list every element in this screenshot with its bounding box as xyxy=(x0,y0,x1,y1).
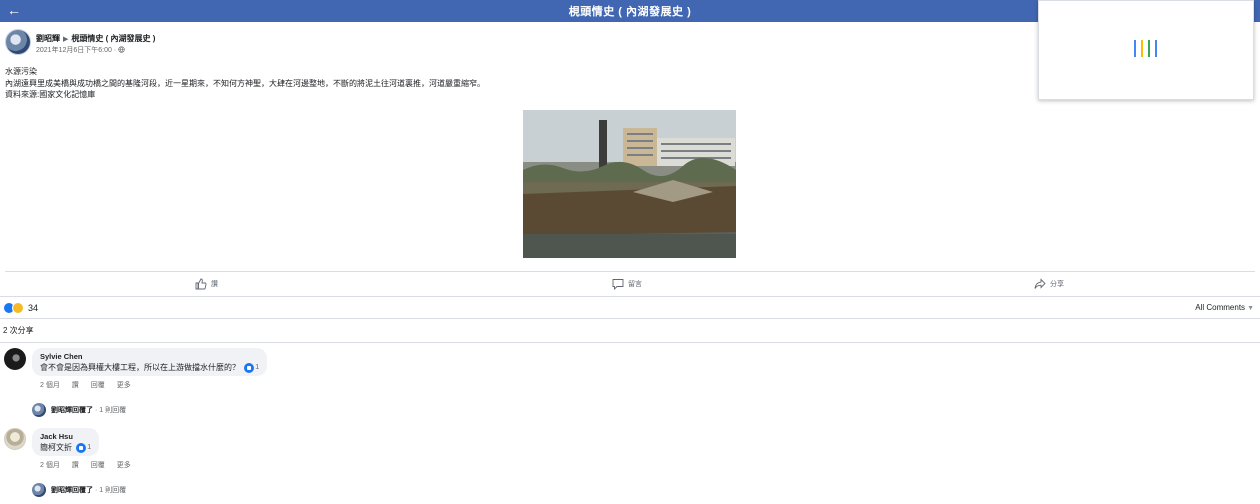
like-reaction-icon xyxy=(76,442,87,453)
reply-author-text: 劉昭輝回覆了 xyxy=(51,487,93,494)
comment-bubble: Sylvie Chen 會不會是因為興權大樓工程，所以在上游做擋水什麼的？ 1 xyxy=(32,348,268,376)
post-photo[interactable] xyxy=(523,110,736,258)
share-label: 分享 xyxy=(1050,281,1064,288)
post-text-line: 內湖遠興里成美橋與成功橋之間的基隆河段，近一星期來，不知何方神聖，大肆在河邊整地… xyxy=(5,78,485,88)
reply-count: · 1 則回覆 xyxy=(95,407,127,414)
arrow-right-icon: ▶ xyxy=(63,36,69,43)
post-body: 水源污染 內湖遠興里成美橋與成功橋之間的基隆河段，近一星期來，不知何方神聖，大肆… xyxy=(5,66,485,101)
divider xyxy=(0,296,1260,297)
comment-filter-dropdown[interactable]: All Comments ▼ xyxy=(1195,303,1254,312)
view-replies-link[interactable]: 劉昭輝回覆了 · 1 則回覆 xyxy=(32,403,126,417)
comment-bubble-icon xyxy=(612,279,624,290)
globe-icon xyxy=(118,46,125,53)
comment-like-count: 1 xyxy=(87,444,92,452)
group-name[interactable]: 梘頭情史 ( 內湖發展史 ) xyxy=(71,34,155,43)
like-reaction-icon xyxy=(244,362,255,373)
comment-time[interactable]: 2 個月 xyxy=(40,462,60,469)
loading-spinner-icon xyxy=(1134,40,1160,58)
wow-reaction-icon xyxy=(12,302,24,314)
author-name[interactable]: 劉昭輝 xyxy=(36,34,60,43)
comment-like-count: 1 xyxy=(255,364,260,372)
reaction-count: 34 xyxy=(28,303,39,313)
reply-author-text: 劉昭輝回覆了 xyxy=(51,407,93,414)
comment-like-button[interactable]: 讚 xyxy=(72,382,79,389)
post-author-line: 劉昭輝 ▶ 梘頭情史 ( 內湖發展史 ) xyxy=(36,33,155,44)
commenter-name[interactable]: Jack Hsu xyxy=(40,431,91,442)
divider xyxy=(5,271,1255,272)
comment-actions: 2 個月 讚 回覆 更多 xyxy=(40,380,141,390)
reply-author-avatar xyxy=(32,403,46,417)
comment-time[interactable]: 2 個月 xyxy=(40,382,60,389)
reply-count: · 1 則回覆 xyxy=(95,487,127,494)
comment-text: 簡柯文折 xyxy=(40,443,72,452)
comment-button[interactable]: 留言 xyxy=(612,277,642,291)
comment-text: 會不會是因為興權大樓工程，所以在上游做擋水什麼的？ xyxy=(40,363,240,372)
like-label: 讚 xyxy=(211,281,218,288)
comment-more-button[interactable]: 更多 xyxy=(117,462,131,469)
divider xyxy=(0,342,1260,343)
view-replies-link[interactable]: 劉昭輝回覆了 · 1 則回覆 xyxy=(32,483,126,497)
reply-author-avatar xyxy=(32,483,46,497)
share-count[interactable]: 2 次分享 xyxy=(3,325,34,336)
comment-reply-button[interactable]: 回覆 xyxy=(91,382,105,389)
author-avatar[interactable] xyxy=(5,29,31,55)
comment-filter-label: All Comments xyxy=(1195,303,1246,312)
post-meta: 2021年12月6日下午6:00 · xyxy=(36,45,125,55)
like-button[interactable]: 讚 xyxy=(195,277,218,291)
share-arrow-icon xyxy=(1034,278,1046,289)
comment-bubble: Jack Hsu 簡柯文折 1 xyxy=(32,428,100,456)
comment-label: 留言 xyxy=(628,281,642,288)
share-button[interactable]: 分享 xyxy=(1034,277,1064,291)
post-text-line: 水源污染 xyxy=(5,67,37,76)
post-timestamp[interactable]: 2021年12月6日下午6:00 xyxy=(36,47,112,54)
commenter-name[interactable]: Sylvie Chen xyxy=(40,351,259,362)
comment-like-button[interactable]: 讚 xyxy=(72,462,79,469)
reaction-summary[interactable]: 34 xyxy=(3,302,38,314)
photo-illustration xyxy=(523,120,736,258)
comment-more-button[interactable]: 更多 xyxy=(117,382,131,389)
caret-down-icon: ▼ xyxy=(1247,305,1254,312)
commenter-avatar[interactable] xyxy=(4,428,26,450)
divider xyxy=(0,318,1260,319)
comment-actions: 2 個月 讚 回覆 更多 xyxy=(40,460,141,470)
thumbs-up-icon xyxy=(195,278,207,290)
commenter-avatar[interactable] xyxy=(4,348,26,370)
post-text-line: 資料來源:國家文化記憶庫 xyxy=(5,90,96,99)
comment-reply-button[interactable]: 回覆 xyxy=(91,462,105,469)
